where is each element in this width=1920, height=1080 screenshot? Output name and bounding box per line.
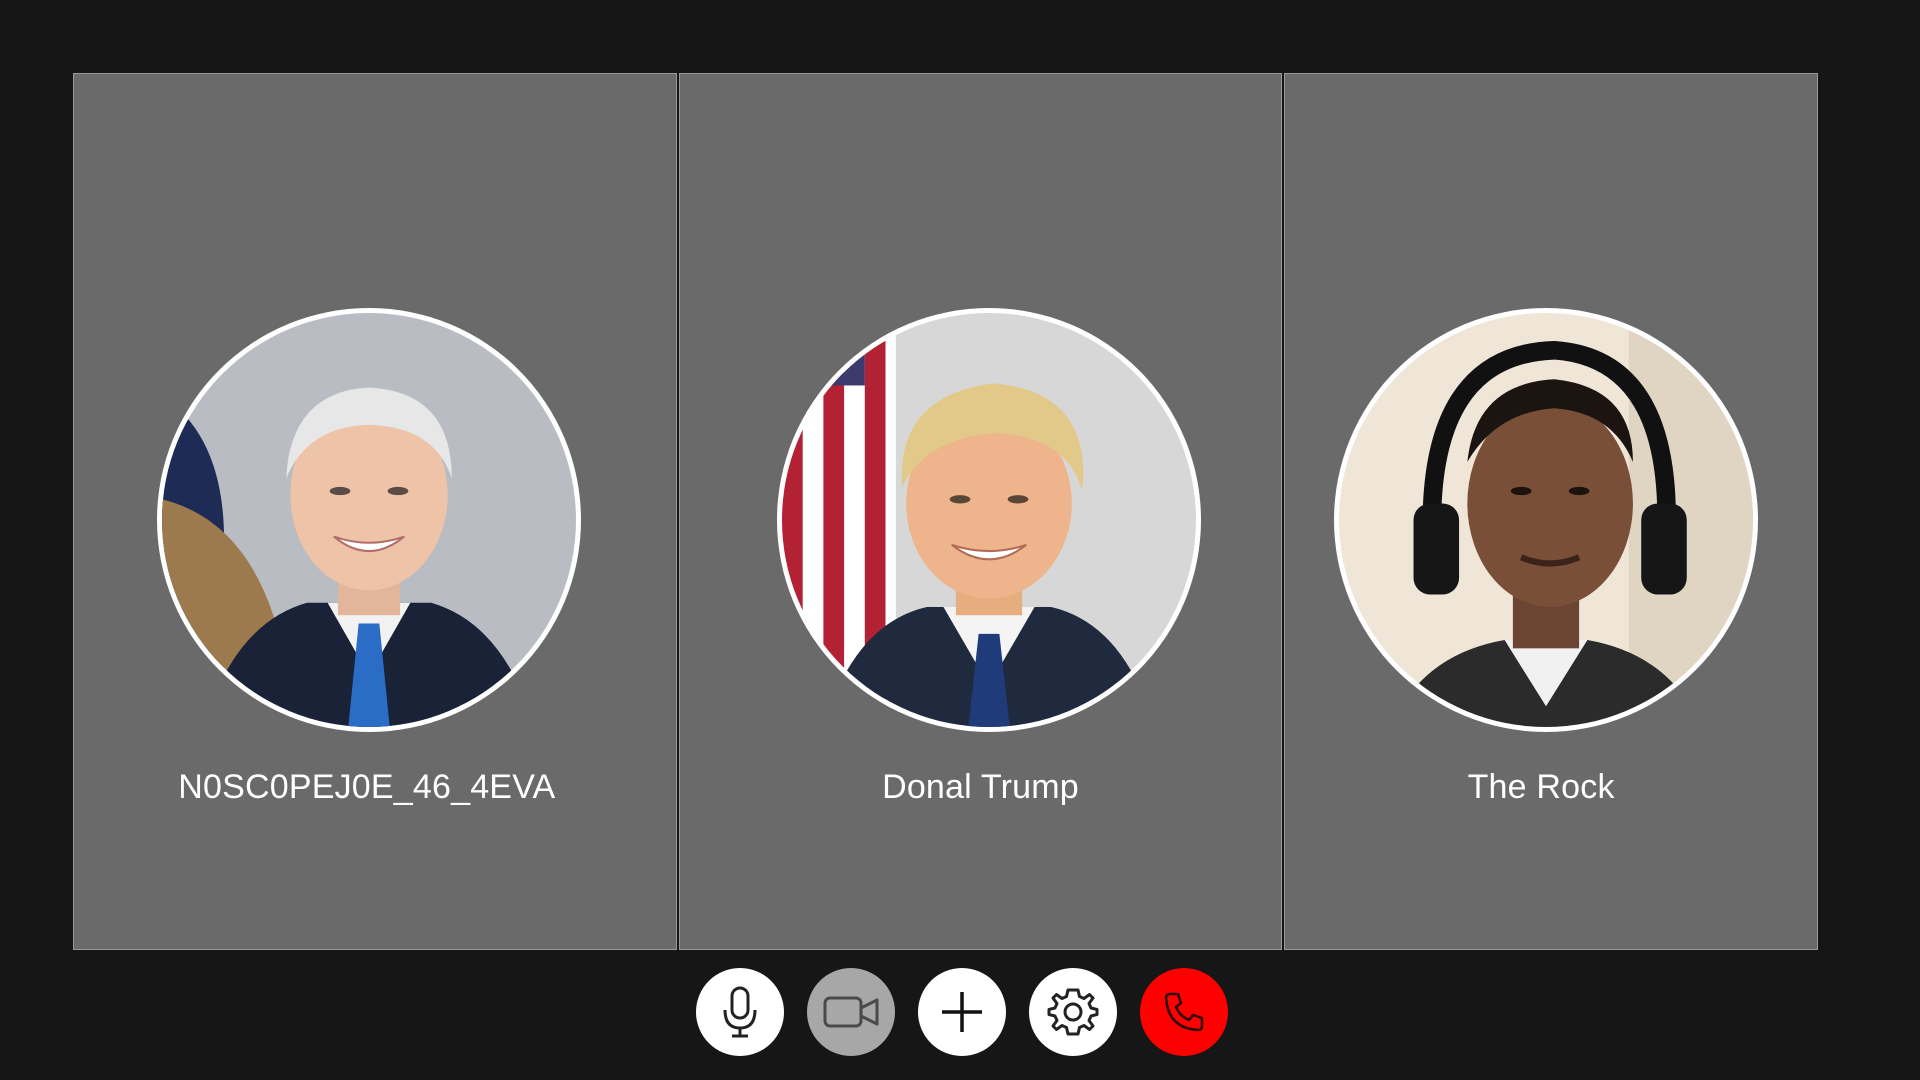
call-controls xyxy=(696,968,1228,1056)
add-icon xyxy=(942,992,982,1032)
add-participant-button[interactable] xyxy=(918,968,1006,1056)
avatar xyxy=(776,308,1201,732)
gear-icon xyxy=(1047,988,1099,1036)
participant-tile[interactable]: N0SC0PEJ0E_46_4EVA xyxy=(73,73,677,950)
participant-tile[interactable]: Donal Trump xyxy=(678,73,1283,950)
end-call-button[interactable] xyxy=(1140,968,1228,1056)
video-toggle-button[interactable] xyxy=(807,968,895,1056)
phone-hangup-icon xyxy=(1164,992,1204,1032)
participant-name: The Rock xyxy=(1467,768,1615,806)
participant-name: Donal Trump xyxy=(882,768,1079,806)
avatar-photo xyxy=(1339,313,1754,727)
video-call-window: N0SC0PEJ0E_46_4EVA Donal Trump The Rock xyxy=(0,0,1920,1080)
avatar-photo xyxy=(781,313,1196,727)
avatar xyxy=(157,308,581,732)
settings-button[interactable] xyxy=(1029,968,1117,1056)
participant-grid: N0SC0PEJ0E_46_4EVA Donal Trump The Rock xyxy=(73,73,1818,950)
microphone-icon xyxy=(723,986,757,1038)
avatar-photo xyxy=(162,313,576,727)
mute-button[interactable] xyxy=(696,968,784,1056)
participant-name: N0SC0PEJ0E_46_4EVA xyxy=(178,768,556,806)
video-camera-icon xyxy=(823,996,879,1028)
participant-tile[interactable]: The Rock xyxy=(1284,73,1818,950)
avatar xyxy=(1334,308,1759,732)
